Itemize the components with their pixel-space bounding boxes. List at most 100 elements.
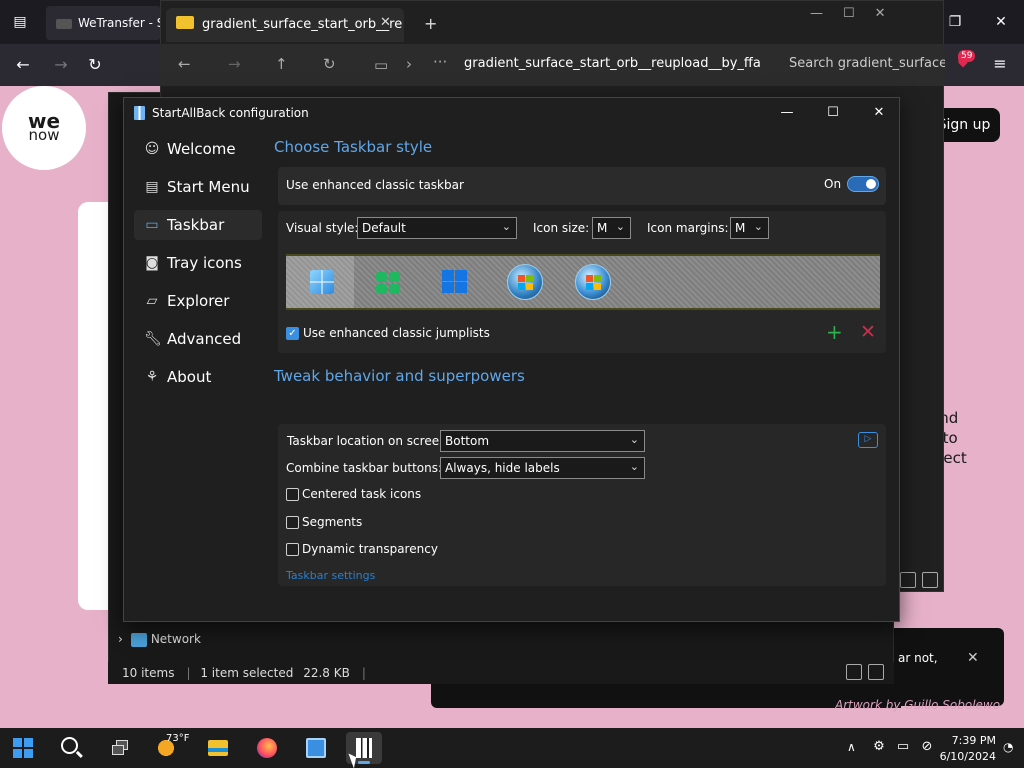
- folder-search-box[interactable]: Search gradient_surface_s: [775, 50, 945, 80]
- more-icon[interactable]: ···: [433, 53, 447, 71]
- title-bar[interactable]: StartAllBack configuration — ☐ ✕: [124, 98, 899, 128]
- add-icon[interactable]: +: [826, 322, 843, 342]
- location-dropdown[interactable]: Bottom ⌄: [440, 430, 645, 452]
- folder-icon: ▱: [146, 293, 158, 309]
- minimize-icon[interactable]: —: [764, 98, 810, 128]
- visual-style-dropdown[interactable]: Default ⌄: [357, 217, 517, 239]
- dynamic-transparency-checkbox[interactable]: [286, 543, 299, 556]
- refresh-icon[interactable]: ↻: [323, 55, 336, 73]
- reload-icon[interactable]: ↻: [84, 54, 106, 76]
- sidebar-item-about[interactable]: ⚘ About: [134, 362, 262, 392]
- browser-tab-label: WeTransfer - Se: [78, 16, 161, 30]
- folder-tab[interactable]: gradient_surface_start_orb__re: [166, 8, 404, 42]
- combine-dropdown[interactable]: Always, hide labels ⌄: [440, 457, 645, 479]
- sidebar-item-advanced[interactable]: 🔧︎ Advanced: [134, 324, 262, 354]
- start-button-option-windows-10[interactable]: [422, 256, 490, 308]
- chevron-right-icon[interactable]: ›: [406, 55, 412, 73]
- tiles-view-icon[interactable]: [868, 664, 884, 680]
- icon-margins-label: Icon margins:: [647, 221, 729, 235]
- folder-icon: [176, 16, 194, 29]
- control-panel-button[interactable]: [298, 732, 334, 764]
- taskbar-settings-content: Choose Taskbar style Use enhanced classi…: [274, 128, 888, 622]
- sidebar-item-start-menu[interactable]: ▤ Start Menu: [134, 172, 262, 202]
- start-menu-icon: ▤: [145, 179, 159, 195]
- icon-margins-dropdown[interactable]: M ⌄: [730, 217, 769, 239]
- close-icon[interactable]: ✕: [978, 0, 1024, 44]
- sidebar-item-welcome[interactable]: ☺ Welcome: [134, 134, 262, 164]
- sidebar-item-explorer[interactable]: ▱ Explorer: [134, 286, 262, 316]
- sidebar-item-label: Explorer: [167, 292, 230, 310]
- sidebar-item-label: Tray icons: [167, 254, 242, 272]
- clock-time: 7:39 PM: [951, 734, 996, 747]
- firefox-button[interactable]: [249, 732, 285, 764]
- window-controls: — ☐ ✕: [764, 98, 902, 128]
- enhanced-taskbar-row: Use enhanced classic taskbar On: [278, 167, 886, 205]
- tab-close-icon[interactable]: ✕: [380, 15, 391, 30]
- task-view-button[interactable]: [102, 732, 138, 764]
- system-clock[interactable]: 7:39 PM 6/10/2024: [938, 733, 996, 765]
- clock-date: 6/10/2024: [939, 750, 996, 763]
- taskbar-settings-link[interactable]: Taskbar settings: [286, 569, 375, 582]
- windows-10-orb-icon: [442, 270, 468, 294]
- play-video-icon[interactable]: ▷: [858, 432, 878, 448]
- hamburger-menu-icon[interactable]: ≡: [990, 54, 1010, 74]
- dynamic-transparency-label: Dynamic transparency: [302, 542, 438, 556]
- address-text: gradient_surface_start_orb__reupload__by…: [464, 56, 761, 71]
- browser-window-controls: ❐ ✕: [932, 0, 1024, 44]
- start-button[interactable]: [5, 732, 41, 764]
- notification-bell-icon[interactable]: ◔: [1003, 740, 1017, 754]
- artwork-credit[interactable]: Artwork by Guillo Sobolewo: [835, 698, 1000, 712]
- chevron-down-icon: ⌄: [629, 460, 639, 473]
- style-panel: Visual style: Default ⌄ Icon size: M ⌄ Ico…: [278, 211, 886, 353]
- bluetooth-icon[interactable]: ⚙: [870, 739, 888, 755]
- start-button-option-windows-7[interactable]: [490, 256, 558, 308]
- pc-icon[interactable]: ▭: [374, 56, 388, 74]
- start-button-option-green[interactable]: [354, 256, 422, 308]
- section-title-style: Choose Taskbar style: [274, 138, 433, 156]
- task-view-icon: [110, 738, 130, 758]
- display-icon[interactable]: ▭: [894, 739, 912, 755]
- search-placeholder: Search gradient_surface_s: [789, 56, 945, 71]
- minimize-icon[interactable]: —: [810, 6, 823, 21]
- network-status-icon[interactable]: ⊘: [918, 739, 936, 755]
- start-button-option-windows-vista[interactable]: [558, 256, 626, 308]
- maximize-icon[interactable]: ☐: [810, 98, 856, 128]
- wetransfer-logo[interactable]: we now: [2, 86, 86, 170]
- back-icon[interactable]: ←: [12, 54, 34, 76]
- search-button[interactable]: [53, 732, 89, 764]
- enhanced-taskbar-toggle[interactable]: [847, 176, 879, 192]
- jumplists-checkbox[interactable]: ✓: [286, 327, 299, 340]
- start-button-option-windows-11[interactable]: [286, 256, 354, 308]
- toggle-state-text: On: [824, 177, 842, 191]
- close-icon[interactable]: ✕: [875, 6, 886, 21]
- toast-text: ar not,: [898, 651, 938, 665]
- tray-overflow-chevron-icon[interactable]: ∧: [847, 740, 856, 754]
- file-explorer-button[interactable]: [200, 732, 236, 764]
- maximize-icon[interactable]: ☐: [843, 6, 855, 21]
- green-squares-orb-icon: [376, 272, 400, 294]
- tab-list-icon[interactable]: ▤: [11, 14, 29, 30]
- close-icon[interactable]: ✕: [856, 98, 902, 128]
- address-bar[interactable]: gradient_surface_start_orb__reupload__by…: [366, 50, 766, 80]
- remove-icon[interactable]: ✕: [860, 322, 876, 342]
- up-icon[interactable]: ↑: [275, 55, 288, 73]
- chevron-down-icon: ⌄: [753, 220, 763, 233]
- icon-size-dropdown[interactable]: M ⌄: [592, 217, 631, 239]
- visual-style-value: Default: [362, 221, 406, 235]
- forward-icon[interactable]: →: [50, 54, 72, 76]
- wrench-icon: 🔧︎: [144, 331, 162, 347]
- forward-icon[interactable]: →: [228, 55, 241, 73]
- toast-close-icon[interactable]: ✕: [967, 650, 979, 666]
- centered-icons-checkbox[interactable]: [286, 488, 299, 501]
- back-icon[interactable]: ←: [178, 55, 191, 73]
- windows-vista-orb-icon: [575, 264, 611, 300]
- new-tab-icon[interactable]: +: [424, 14, 437, 33]
- sidebar-item-taskbar[interactable]: ▭ Taskbar: [134, 210, 262, 240]
- sidebar-item-tray-icons[interactable]: ◙ Tray icons: [134, 248, 262, 278]
- tiles-view-icon[interactable]: [922, 572, 938, 588]
- segments-checkbox[interactable]: [286, 516, 299, 529]
- nav-network[interactable]: › Network: [118, 632, 201, 647]
- details-view-icon[interactable]: [900, 572, 916, 588]
- details-view-icon[interactable]: [846, 664, 862, 680]
- browser-tab-wetransfer[interactable]: WeTransfer - Se: [46, 6, 161, 40]
